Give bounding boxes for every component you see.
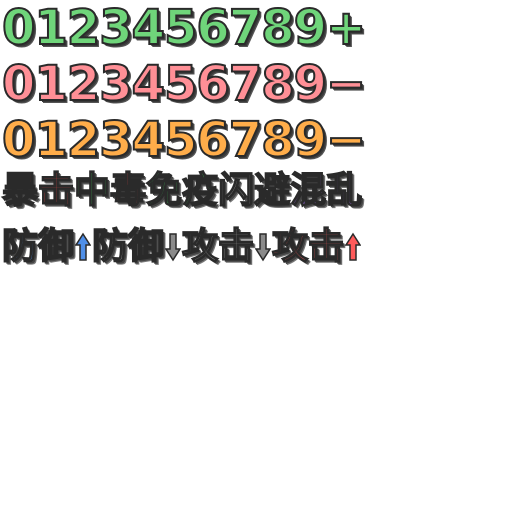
crit-label: 暴击 [1, 169, 75, 212]
buff-label-row: 防御 防御 攻击 攻击 [1, 225, 362, 268]
damage-digit-row: 0123456789− [1, 56, 367, 112]
hit-label: 中 [73, 169, 111, 212]
arrow-up-icon [344, 230, 362, 261]
dodge-label: 闪避 [217, 169, 291, 212]
damage-digits: 0123456789− [1, 56, 367, 112]
crit-digit-row: 0123456789− [1, 112, 367, 168]
heal-digits: 0123456789+ [1, 0, 367, 56]
damage-number-sprite-sheet: 0123456789+ 0123456789− 0123456789− 暴击中毒… [0, 0, 512, 512]
attack-down-label: 攻击 [181, 225, 255, 268]
heal-digit-row: 0123456789+ [1, 0, 367, 56]
poison-label: 毒 [109, 169, 147, 212]
status-label-row: 暴击中毒免疫闪避混乱 [1, 169, 363, 212]
arrow-down-icon [254, 230, 272, 262]
crit-digits: 0123456789− [1, 112, 367, 168]
arrow-up-icon [74, 230, 92, 261]
confuse-label: 混乱 [289, 169, 363, 212]
defense-down-label: 防御 [91, 225, 165, 268]
attack-up-label: 攻击 [271, 225, 345, 268]
immune-label: 免疫 [145, 169, 219, 212]
defense-up-label: 防御 [1, 225, 75, 268]
arrow-down-icon [164, 230, 182, 262]
